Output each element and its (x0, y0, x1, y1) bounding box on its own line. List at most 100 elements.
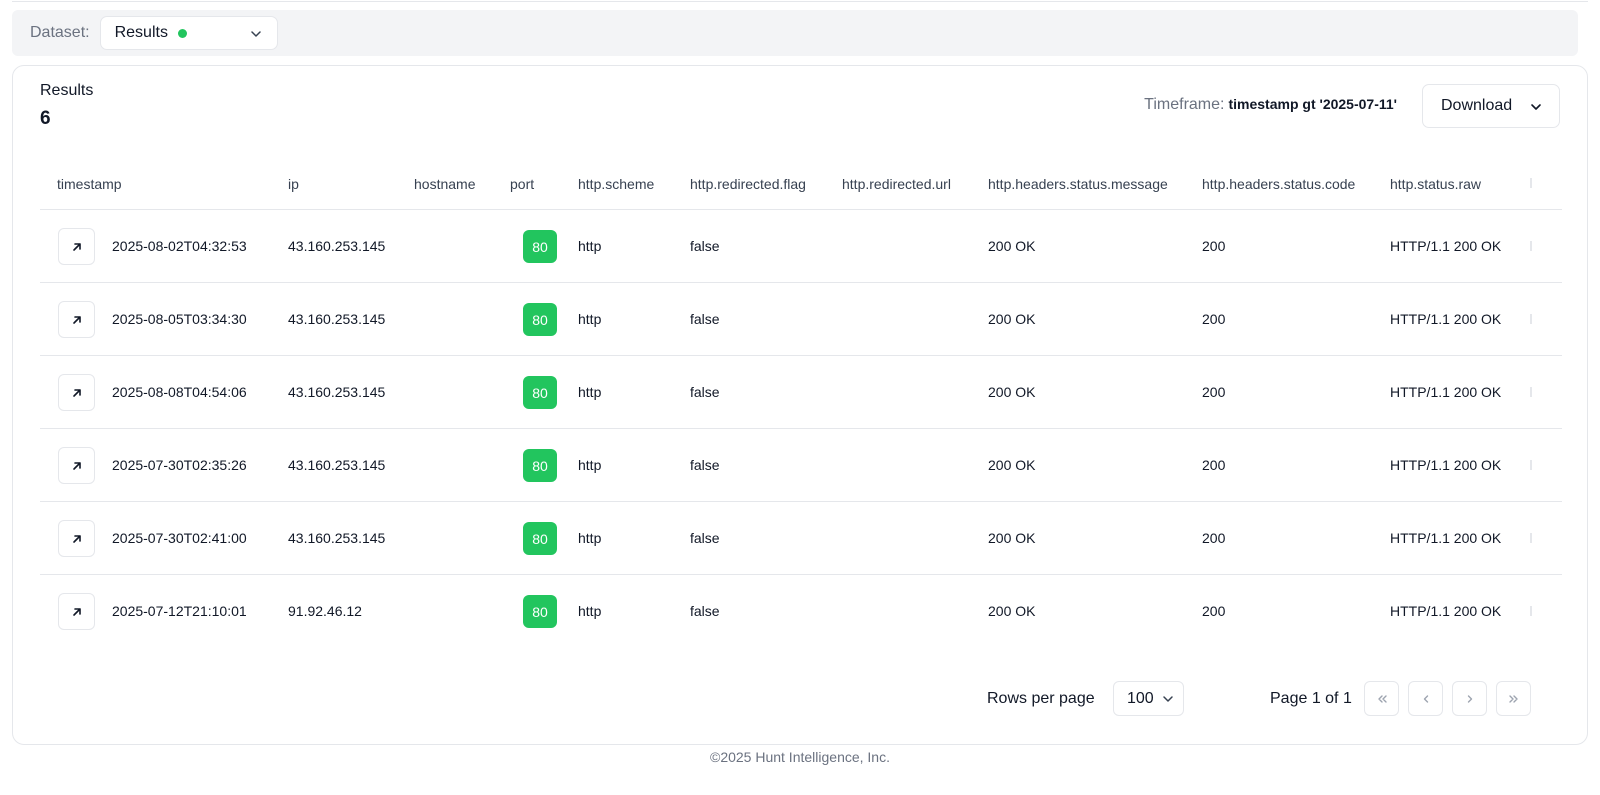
last-page-button[interactable] (1496, 681, 1531, 716)
cell-redirected-flag: false (690, 603, 720, 619)
cell-timestamp: 2025-08-08T04:54:06 (112, 384, 247, 400)
cell-status-message: 200 OK (988, 311, 1036, 327)
column-header-ip[interactable]: ip (288, 176, 299, 192)
cell-scheme: http (578, 238, 602, 254)
cell-status-raw: HTTP/1.1 200 OK (1390, 384, 1502, 400)
open-row-button[interactable] (58, 447, 95, 484)
clipped-column-edge (1530, 387, 1532, 397)
column-header-port[interactable]: port (510, 176, 534, 192)
column-header-hostname[interactable]: hostname (414, 176, 475, 192)
status-dot-icon (177, 28, 187, 38)
table-row[interactable]: 2025-08-05T03:34:30 43.160.253.145 80 ht… (40, 283, 1562, 356)
cell-status-raw: HTTP/1.1 200 OK (1390, 530, 1502, 546)
column-header-http-redirected-url[interactable]: http.redirected.url (842, 176, 951, 192)
rows-per-page-value: 100 (1127, 689, 1154, 707)
column-header-status-raw[interactable]: http.status.raw (1390, 176, 1481, 192)
column-header-status-code[interactable]: http.headers.status.code (1202, 176, 1355, 192)
column-header-status-message[interactable]: http.headers.status.message (988, 176, 1168, 192)
cell-status-message: 200 OK (988, 457, 1036, 473)
port-badge: 80 (523, 376, 557, 409)
cell-scheme: http (578, 603, 602, 619)
cell-scheme: http (578, 311, 602, 327)
table-row[interactable]: 2025-07-30T02:35:26 43.160.253.145 80 ht… (40, 429, 1562, 502)
dataset-select-value: Results (114, 24, 168, 41)
cell-timestamp: 2025-07-12T21:10:01 (112, 603, 247, 619)
timeframe: Timeframe: timestamp gt '2025-07-11' (1144, 96, 1397, 114)
chevrons-left-icon (1377, 694, 1387, 703)
column-header-timestamp[interactable]: timestamp (57, 176, 122, 192)
cell-redirected-flag: false (690, 530, 720, 546)
cell-status-raw: HTTP/1.1 200 OK (1390, 238, 1502, 254)
cell-status-code: 200 (1202, 238, 1226, 254)
cell-status-code: 200 (1202, 384, 1226, 400)
arrow-up-right-icon (72, 315, 81, 324)
cell-status-message: 200 OK (988, 238, 1036, 254)
results-count: 6 (40, 108, 51, 129)
cell-status-message: 200 OK (988, 384, 1036, 400)
chevron-right-icon (1467, 694, 1472, 703)
port-badge: 80 (523, 522, 557, 555)
timeframe-value: timestamp gt '2025-07-11' (1228, 96, 1397, 112)
arrow-up-right-icon (72, 388, 81, 397)
table-row[interactable]: 2025-07-30T02:41:00 43.160.253.145 80 ht… (40, 502, 1562, 575)
cell-scheme: http (578, 530, 602, 546)
results-table: timestamp ip hostname port http.scheme h… (40, 156, 1562, 648)
open-row-button[interactable] (58, 228, 95, 265)
cell-status-raw: HTTP/1.1 200 OK (1390, 603, 1502, 619)
open-row-button[interactable] (58, 593, 95, 630)
rows-per-page-select[interactable]: 100 (1113, 681, 1184, 716)
top-divider (12, 0, 1588, 2)
open-row-button[interactable] (58, 520, 95, 557)
results-title: Results (40, 82, 94, 99)
port-badge: 80 (523, 449, 557, 482)
cell-scheme: http (578, 457, 602, 473)
table-header: timestamp ip hostname port http.scheme h… (40, 156, 1562, 210)
clipped-column-edge (1530, 314, 1532, 324)
cell-status-message: 200 OK (988, 530, 1036, 546)
timeframe-label: Timeframe: (1144, 96, 1225, 113)
open-row-button[interactable] (58, 374, 95, 411)
table-row[interactable]: 2025-07-12T21:10:01 91.92.46.12 80 http … (40, 575, 1562, 648)
table-row[interactable]: 2025-08-02T04:32:53 43.160.253.145 80 ht… (40, 210, 1562, 283)
table-row[interactable]: 2025-08-08T04:54:06 43.160.253.145 80 ht… (40, 356, 1562, 429)
cell-status-code: 200 (1202, 603, 1226, 619)
arrow-up-right-icon (72, 242, 81, 251)
cell-status-code: 200 (1202, 311, 1226, 327)
cell-status-code: 200 (1202, 530, 1226, 546)
cell-ip: 43.160.253.145 (288, 238, 386, 254)
clipped-column-edge (1530, 460, 1532, 470)
page-indicator: Page 1 of 1 (1270, 690, 1352, 707)
pagination: Rows per page 100 Page 1 of 1 (13, 680, 1587, 720)
dataset-select[interactable]: Results (99, 16, 278, 50)
column-header-http-redirected-flag[interactable]: http.redirected.flag (690, 176, 806, 192)
footer-copyright: ©2025 Hunt Intelligence, Inc. (710, 749, 890, 765)
column-header-http-scheme[interactable]: http.scheme (578, 176, 654, 192)
cell-timestamp: 2025-08-02T04:32:53 (112, 238, 247, 254)
cell-ip: 43.160.253.145 (288, 530, 386, 546)
port-badge: 80 (523, 595, 557, 628)
cell-redirected-flag: false (690, 311, 720, 327)
cell-timestamp: 2025-07-30T02:35:26 (112, 457, 247, 473)
results-card: Results 6 Timeframe: timestamp gt '2025-… (12, 65, 1588, 745)
cell-ip: 43.160.253.145 (288, 384, 386, 400)
download-button[interactable]: Download (1422, 84, 1560, 128)
chevrons-right-icon (1508, 694, 1518, 703)
cell-status-code: 200 (1202, 457, 1226, 473)
previous-page-button[interactable] (1408, 681, 1443, 716)
chevron-down-icon (1163, 696, 1173, 702)
arrow-up-right-icon (72, 534, 81, 543)
cell-status-message: 200 OK (988, 603, 1036, 619)
cell-redirected-flag: false (690, 457, 720, 473)
cell-ip: 43.160.253.145 (288, 457, 386, 473)
chevron-down-icon (250, 31, 261, 37)
next-page-button[interactable] (1452, 681, 1487, 716)
open-row-button[interactable] (58, 301, 95, 338)
cell-timestamp: 2025-08-05T03:34:30 (112, 311, 247, 327)
chevron-down-icon (1531, 104, 1541, 110)
first-page-button[interactable] (1364, 681, 1399, 716)
arrow-up-right-icon (72, 461, 81, 470)
arrow-up-right-icon (72, 607, 81, 616)
dataset-bar: Dataset: Results (12, 10, 1578, 56)
cell-timestamp: 2025-07-30T02:41:00 (112, 530, 247, 546)
rows-per-page-label: Rows per page (987, 690, 1095, 707)
